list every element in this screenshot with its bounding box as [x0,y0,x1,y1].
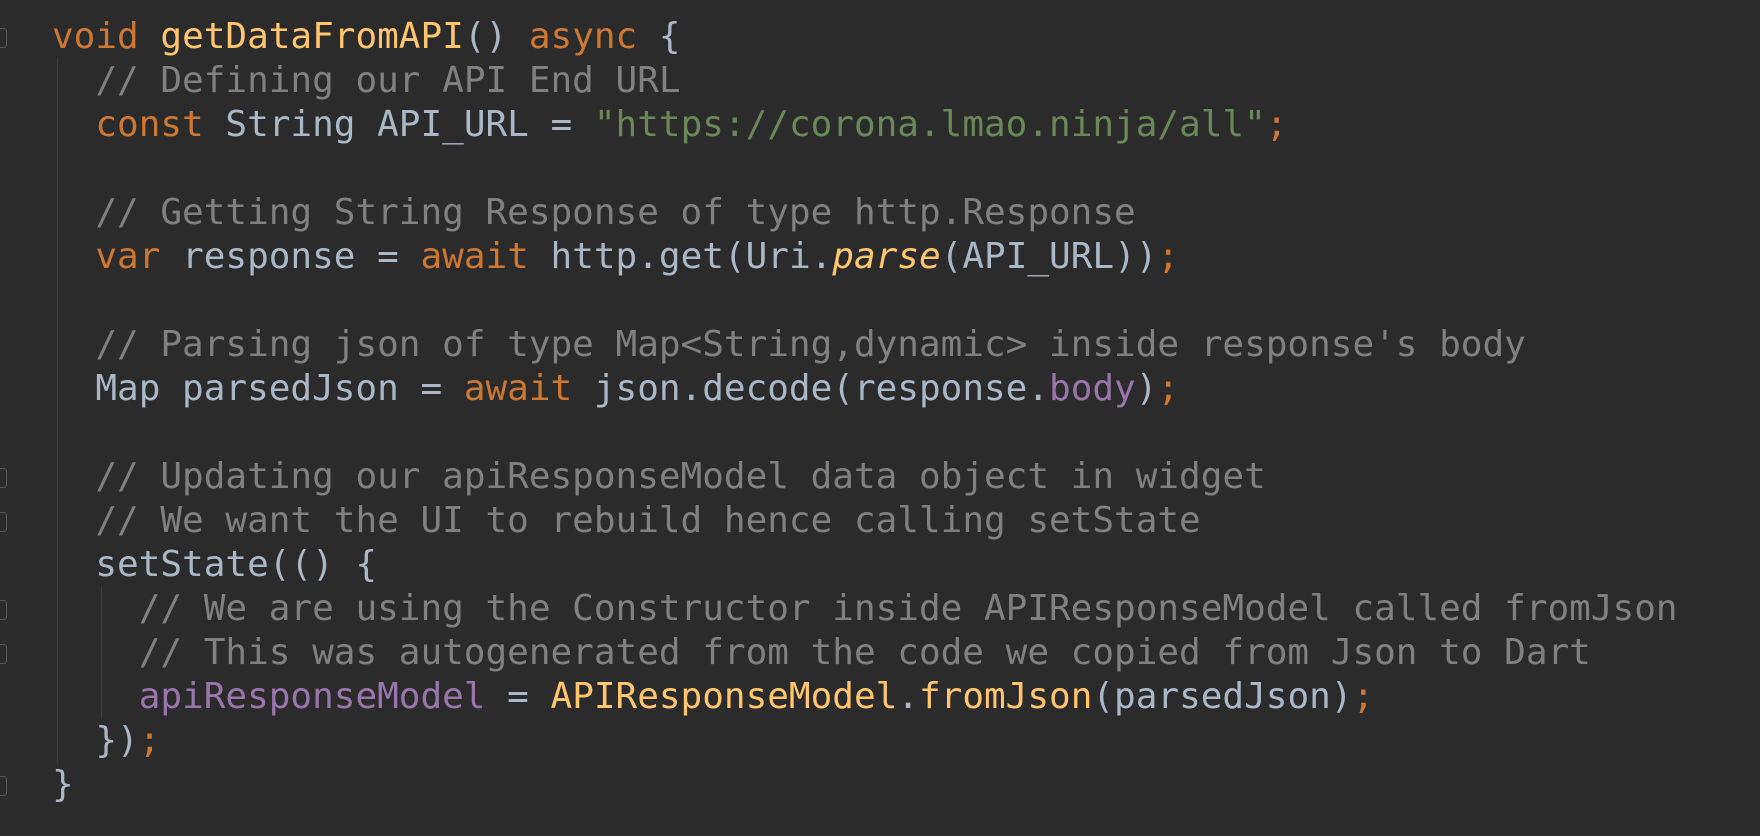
code-token: void [52,16,139,57]
code-token: var [95,236,161,277]
fold-marker-icon[interactable] [0,512,7,532]
code-line[interactable]: apiResponseModel = APIResponseModel.from… [52,675,1678,719]
code-token: json.decode(response. [572,368,1050,409]
code-token: // We want the UI to rebuild hence calli… [95,500,1201,541]
code-token: String API_URL = [203,104,594,145]
code-token: = [485,676,551,717]
code-token: (parsedJson) [1092,676,1353,717]
code-line[interactable]: // Defining our API End URL [52,59,1678,103]
code-token: await [463,368,573,409]
code-token: . [897,676,919,717]
code-line[interactable]: var response = await http.get(Uri.parse(… [52,235,1678,279]
code-token: }) [52,720,139,761]
code-line[interactable]: Map parsedJson = await json.decode(respo… [52,367,1678,411]
code-line[interactable]: void getDataFromAPI() async { [52,15,1678,59]
code-token: // Updating our apiResponseModel data ob… [95,456,1266,497]
code-token: setState(() { [52,544,378,585]
code-token: Map parsedJson = [52,368,464,409]
code-token: "https://corona.lmao.ninja/all" [593,104,1266,145]
fold-marker-icon[interactable] [0,468,7,488]
code-line[interactable]: setState(() { [52,543,1678,587]
code-token: getDataFromAPI [160,16,464,57]
code-line[interactable]: // We want the UI to rebuild hence calli… [52,499,1678,543]
code-token: fromJson [918,676,1093,717]
fold-marker-icon[interactable] [0,644,7,664]
code-token: response = [160,236,421,277]
code-token: // Getting String Response of type http.… [95,192,1136,233]
fold-marker-icon[interactable] [0,600,7,620]
code-line[interactable]: const String API_URL = "https://corona.l… [52,103,1678,147]
code-token: () [463,16,529,57]
code-line[interactable] [52,147,1678,191]
code-token: } [52,764,74,805]
code-token: ; [138,720,161,761]
code-token: ; [1265,104,1288,145]
code-token: // Defining our API End URL [95,60,681,101]
code-token: // We are using the Constructor inside A… [138,588,1678,629]
code-line[interactable] [52,411,1678,455]
code-token: ; [1157,368,1180,409]
code-block[interactable]: void getDataFromAPI() async { // Definin… [52,15,1678,807]
code-token: ; [1352,676,1375,717]
code-token: { [637,16,681,57]
code-line[interactable]: // This was autogenerated from the code … [52,631,1678,675]
code-line[interactable]: // Getting String Response of type http.… [52,191,1678,235]
code-token: // Parsing json of type Map<String,dynam… [95,324,1526,365]
code-token: await [420,236,529,277]
code-token: apiResponseModel [138,676,486,717]
code-editor[interactable]: void getDataFromAPI() async { // Definin… [0,0,1760,836]
code-line[interactable]: } [52,763,1678,807]
fold-marker-icon[interactable] [0,28,7,48]
code-token: async [528,16,638,57]
fold-marker-icon[interactable] [0,776,7,796]
code-token: // This was autogenerated from the code … [138,632,1591,673]
code-token: ; [1157,236,1180,277]
code-token: ) [1135,368,1158,409]
code-line[interactable]: // Parsing json of type Map<String,dynam… [52,323,1678,367]
code-line[interactable]: }); [52,719,1678,763]
code-token: APIResponseModel [550,676,898,717]
code-line[interactable]: // Updating our apiResponseModel data ob… [52,455,1678,499]
code-token: const [95,104,204,145]
code-line[interactable]: // We are using the Constructor inside A… [52,587,1678,631]
code-token: body [1049,368,1136,409]
code-token: (API_URL)) [940,236,1158,277]
code-token: parse [832,236,941,277]
code-token: http.get(Uri. [528,236,833,277]
code-line[interactable] [52,279,1678,323]
